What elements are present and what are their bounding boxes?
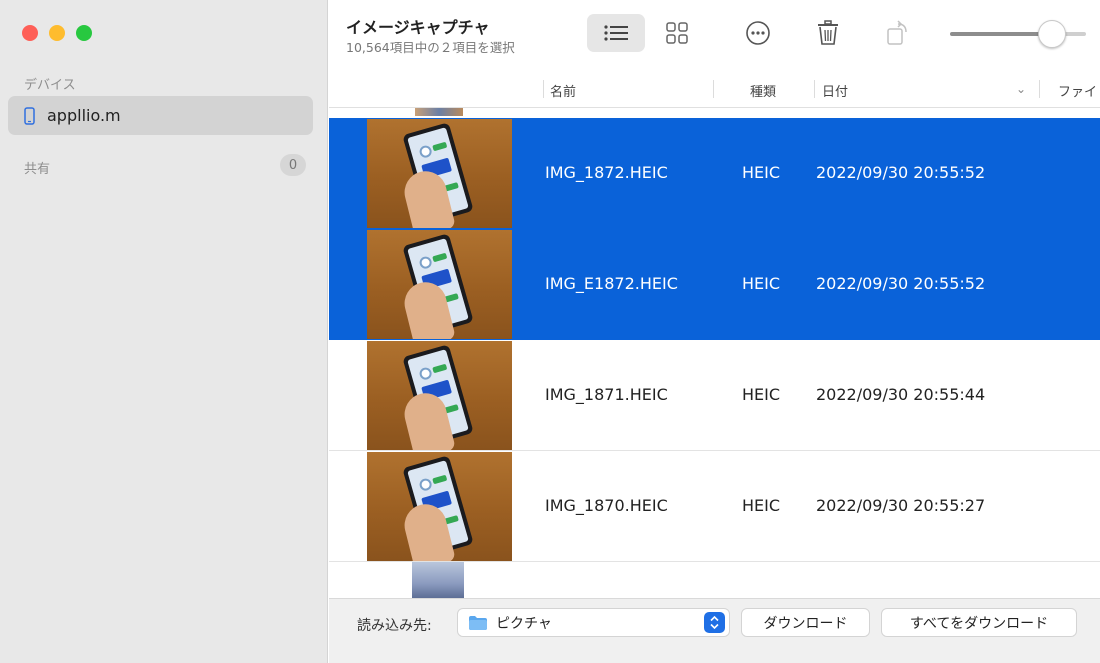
table-row[interactable]: IMG_E1872.HEIC HEIC 2022/09/30 20:55:52	[329, 229, 1100, 340]
close-window-button[interactable]	[22, 25, 38, 41]
file-name: IMG_E1872.HEIC	[545, 274, 678, 293]
column-file[interactable]: ファイ	[1058, 81, 1097, 100]
table-row[interactable]: IMG_1872.HEIC HEIC 2022/09/30 20:55:52	[329, 118, 1100, 229]
selection-status: 10,564項目中の２項目を選択	[346, 40, 515, 55]
photo-thumbnail	[367, 452, 512, 561]
slider-knob[interactable]	[1038, 20, 1066, 48]
grid-view-button[interactable]	[655, 14, 699, 52]
delete-button[interactable]	[809, 14, 847, 52]
import-to-label: 読み込み先:	[357, 618, 432, 634]
shared-header: 共有	[24, 162, 51, 177]
chevron-updown-icon	[710, 615, 719, 630]
file-name: IMG_1870.HEIC	[545, 496, 668, 515]
file-kind: HEIC	[742, 385, 781, 404]
toolbar: イメージキャプチャ 10,564項目中の２項目を選択	[329, 0, 1100, 70]
device-name: appllio.m	[47, 106, 121, 125]
import-destination-value: ピクチャ	[496, 615, 552, 632]
sidebar-item-device[interactable]: appllio.m	[8, 96, 313, 135]
trash-icon	[818, 20, 838, 45]
minimize-window-button[interactable]	[49, 25, 65, 41]
column-date[interactable]: 日付	[822, 81, 848, 100]
devices-header: デバイス	[24, 78, 76, 93]
photo-thumbnail	[367, 119, 512, 228]
import-destination-select[interactable]: ピクチャ	[457, 608, 730, 637]
file-name: IMG_1872.HEIC	[545, 163, 668, 182]
thumbnail-peek-top	[415, 108, 463, 116]
file-date: 2022/09/30 20:55:52	[816, 163, 986, 182]
window-title: イメージキャプチャ	[346, 18, 490, 37]
column-name[interactable]: 名前	[550, 81, 576, 100]
footer-bar: 読み込み先: ピクチャ ダウンロード すべてをダウンロード	[329, 598, 1100, 663]
photo-thumbnail	[367, 341, 512, 450]
folder-icon	[469, 615, 487, 630]
select-stepper[interactable]	[704, 612, 725, 633]
sidebar: デバイス appllio.m 共有 0	[0, 0, 328, 663]
thumbnail-peek-bottom	[412, 562, 464, 598]
grid-view-icon	[666, 22, 688, 44]
file-name: IMG_1871.HEIC	[545, 385, 668, 404]
table-row[interactable]: IMG_1871.HEIC HEIC 2022/09/30 20:55:44	[329, 340, 1100, 451]
file-date: 2022/09/30 20:55:27	[816, 496, 986, 515]
download-button[interactable]: ダウンロード	[741, 608, 870, 637]
photo-thumbnail	[367, 230, 512, 339]
shared-count-badge: 0	[280, 154, 306, 176]
column-kind[interactable]: 種類	[750, 81, 776, 100]
rotate-button[interactable]	[879, 14, 917, 52]
list-view-icon	[604, 25, 628, 41]
photo-list[interactable]: IMG_1872.HEIC HEIC 2022/09/30 20:55:52 I…	[329, 108, 1100, 598]
table-row[interactable]: IMG_1870.HEIC HEIC 2022/09/30 20:55:27	[329, 451, 1100, 562]
column-header: 名前 種類 日付 ⌄ ファイ	[329, 70, 1100, 108]
zoom-window-button[interactable]	[76, 25, 92, 41]
download-all-button[interactable]: すべてをダウンロード	[881, 608, 1077, 637]
file-kind: HEIC	[742, 496, 781, 515]
more-options-button[interactable]	[739, 14, 777, 52]
list-view-button[interactable]	[587, 14, 645, 52]
rotate-icon	[887, 20, 907, 45]
file-kind: HEIC	[742, 163, 781, 182]
file-date: 2022/09/30 20:55:44	[816, 385, 986, 404]
ellipsis-circle-icon	[746, 21, 770, 45]
file-date: 2022/09/30 20:55:52	[816, 274, 986, 293]
thumbnail-size-slider[interactable]	[950, 20, 1090, 48]
file-kind: HEIC	[742, 274, 781, 293]
sort-chevron-down-icon[interactable]: ⌄	[1016, 82, 1026, 96]
iphone-icon	[24, 106, 35, 125]
window-controls	[22, 25, 92, 41]
